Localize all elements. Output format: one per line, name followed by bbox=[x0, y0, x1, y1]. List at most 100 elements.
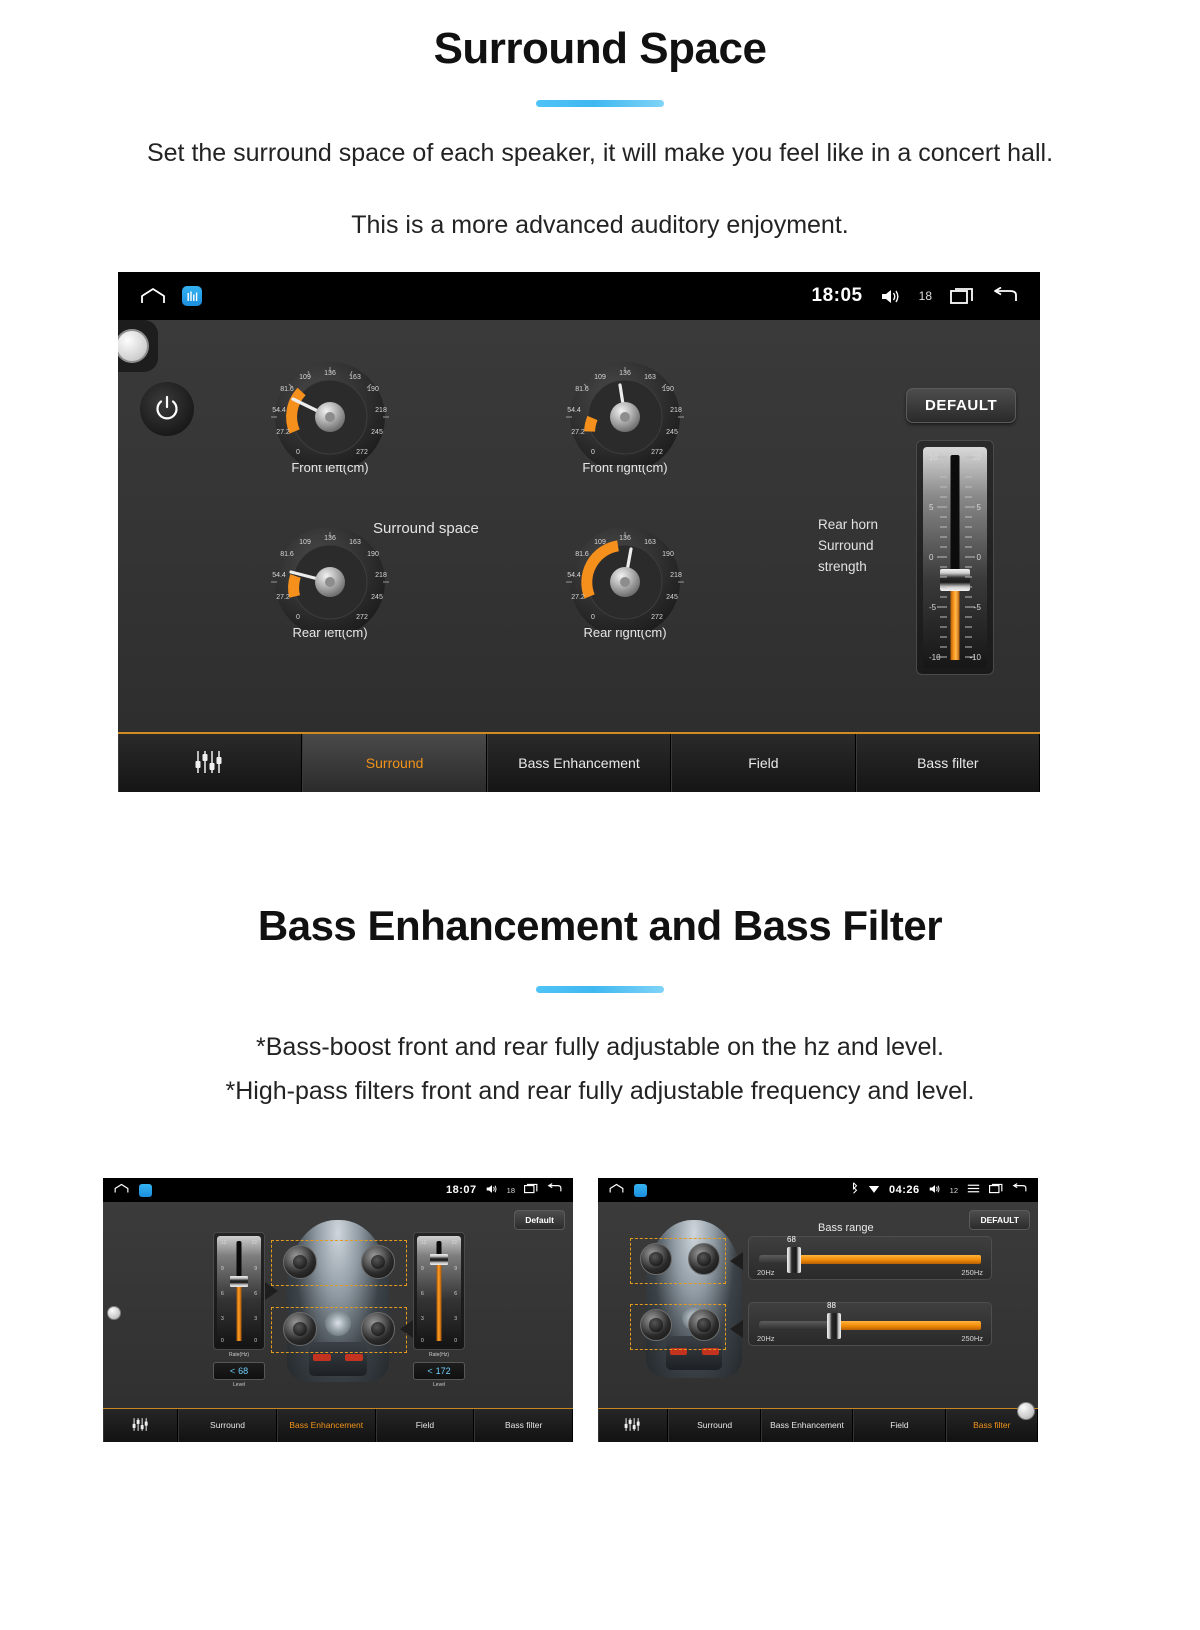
tab-bass-enhancement[interactable]: Bass Enhancement bbox=[276, 1409, 376, 1442]
back-icon[interactable] bbox=[1012, 1181, 1027, 1199]
dial-rear-right[interactable]: 0 27.2 54.4 81.6 109 136 163 190 218 245… bbox=[548, 520, 702, 646]
svg-text:218: 218 bbox=[375, 572, 387, 579]
svg-text:27.2: 27.2 bbox=[276, 594, 290, 601]
slider-handle[interactable] bbox=[230, 1275, 248, 1287]
surround-space-caption: Surround space bbox=[373, 520, 479, 537]
dial-front-left[interactable]: 0 27.2 54.4 81.6 109 136 163 190 218 245… bbox=[253, 355, 407, 481]
tab-bass-filter[interactable]: Bass filter bbox=[474, 1409, 573, 1442]
dial-rear-left[interactable]: 0 27.2 54.4 81.6 109 136 163 190 218 245… bbox=[253, 520, 407, 646]
tab-bass-enhancement[interactable]: Bass Enhancement bbox=[486, 734, 672, 792]
slider-fill bbox=[236, 1281, 242, 1341]
tab-surround[interactable]: Surround bbox=[302, 734, 487, 792]
svg-text:27.2: 27.2 bbox=[276, 429, 290, 436]
recents-icon[interactable] bbox=[950, 287, 974, 305]
tab-equalizer[interactable] bbox=[118, 734, 303, 792]
power-icon[interactable] bbox=[140, 382, 194, 436]
front-range-max: 250Hz bbox=[961, 1268, 983, 1277]
default-button[interactable]: Default bbox=[514, 1210, 565, 1230]
slider-handle[interactable] bbox=[827, 1313, 841, 1339]
tab-field[interactable]: Field bbox=[853, 1409, 946, 1442]
dial-face[interactable]: 0 27.2 54.4 81.6 109 136 163 190 218 245… bbox=[548, 520, 702, 637]
tab-field[interactable]: Field bbox=[375, 1409, 475, 1442]
back-icon[interactable] bbox=[992, 286, 1018, 305]
slider-slot[interactable]: 12 9 6 3 0 12 9 6 3 0 bbox=[417, 1236, 461, 1346]
rear-frequency-value[interactable]: < 172 bbox=[413, 1362, 465, 1380]
equalizer-app-icon[interactable] bbox=[139, 1183, 152, 1197]
decrement-icon[interactable]: < bbox=[427, 1366, 432, 1376]
default-button[interactable]: DEFAULT bbox=[906, 388, 1017, 423]
rear-bass-panel[interactable]: 12 9 6 3 0 12 9 6 3 0 bbox=[413, 1232, 465, 1350]
tab-bar: Surround Bass Enhancement Field Bass fil… bbox=[118, 732, 1040, 792]
tab-bass-enhancement[interactable]: Bass Enhancement bbox=[760, 1409, 854, 1442]
equalizer-app-icon[interactable] bbox=[182, 286, 202, 306]
front-bass-panel[interactable]: 12 9 6 3 0 12 9 6 3 0 bbox=[213, 1232, 265, 1350]
screen-content: DEFAULT Bass range 68 20Hz 250Hz 88 20Hz… bbox=[598, 1202, 1038, 1408]
slider-track[interactable] bbox=[236, 1241, 242, 1341]
default-button[interactable]: DEFAULT bbox=[969, 1210, 1030, 1230]
slider-handle[interactable] bbox=[430, 1253, 448, 1265]
screen-content: Default 12 9 6 3 0 12 9 6 3 0 Rate(Hz) <… bbox=[103, 1202, 573, 1408]
speaker-front-left bbox=[640, 1243, 672, 1275]
rear-bass-range-panel[interactable]: 88 20Hz 250Hz bbox=[748, 1301, 992, 1346]
speaker-rear-right bbox=[361, 1312, 395, 1346]
rear-slider-pointer bbox=[730, 1320, 743, 1338]
hardware-knob[interactable] bbox=[118, 320, 158, 372]
front-slider-pointer bbox=[730, 1252, 743, 1270]
tab-surround[interactable]: Surround bbox=[178, 1409, 277, 1442]
svg-text:163: 163 bbox=[349, 374, 361, 381]
recents-icon[interactable] bbox=[989, 1181, 1003, 1199]
hardware-knob[interactable] bbox=[107, 1306, 121, 1320]
recents-icon[interactable] bbox=[524, 1181, 538, 1199]
svg-text:163: 163 bbox=[644, 374, 656, 381]
speaker-icon bbox=[929, 1181, 941, 1199]
home-icon[interactable] bbox=[114, 1181, 129, 1199]
svg-text:190: 190 bbox=[662, 386, 674, 393]
tab-bass-filter[interactable]: Bass filter bbox=[855, 734, 1040, 792]
tab-surround[interactable]: Surround bbox=[668, 1409, 761, 1442]
front-bass-range-value: 68 bbox=[787, 1235, 796, 1244]
svg-text:109: 109 bbox=[299, 539, 311, 546]
rear-horn-slider-panel[interactable]: 10 5 0 -5 -10 10 5 0 -5 -10 bbox=[916, 440, 994, 675]
dial-face[interactable]: 0 27.2 54.4 81.6 109 136 163 190 218 245… bbox=[548, 355, 702, 472]
rear-horn-line-2: Surround bbox=[818, 537, 874, 553]
svg-text:190: 190 bbox=[367, 386, 379, 393]
tab-equalizer[interactable] bbox=[598, 1409, 669, 1442]
equalizer-app-icon[interactable] bbox=[634, 1183, 647, 1197]
menu-icon[interactable] bbox=[967, 1181, 980, 1199]
front-rate-caption: Rate(Hz) bbox=[228, 1352, 249, 1358]
svg-text:218: 218 bbox=[670, 407, 682, 414]
front-bass-range-panel[interactable]: 68 20Hz 250Hz bbox=[748, 1235, 992, 1280]
knob-face bbox=[118, 329, 149, 363]
hardware-knob[interactable] bbox=[1017, 1402, 1035, 1420]
rear-range-max: 250Hz bbox=[961, 1334, 983, 1343]
tab-field[interactable]: Field bbox=[671, 734, 856, 792]
screen-content: 0 27.2 54.4 81.6 109 136 163 190 218 245… bbox=[118, 320, 1040, 732]
svg-text:0: 0 bbox=[591, 614, 595, 621]
tab-equalizer[interactable] bbox=[103, 1409, 179, 1442]
svg-text:81.6: 81.6 bbox=[280, 551, 294, 558]
status-bar: 04:26 12 bbox=[598, 1178, 1038, 1202]
speaker-front-right bbox=[688, 1243, 720, 1275]
tail-light-left bbox=[313, 1354, 331, 1361]
rear-level-caption: Level bbox=[433, 1382, 445, 1388]
speaker-rear-right bbox=[688, 1309, 720, 1341]
dial-face[interactable]: 0 27.2 54.4 81.6 109 136 163 190 218 245… bbox=[253, 355, 407, 472]
slider-slot[interactable]: 12 9 6 3 0 12 9 6 3 0 bbox=[217, 1236, 261, 1346]
slider-handle[interactable] bbox=[787, 1247, 801, 1273]
status-bar: 18:07 18 bbox=[103, 1178, 573, 1202]
equalizer-icon bbox=[193, 749, 227, 778]
slider-slot[interactable]: 10 5 0 -5 -10 10 5 0 -5 -10 bbox=[923, 447, 987, 668]
svg-text:218: 218 bbox=[670, 572, 682, 579]
page-title-bass: Bass Enhancement and Bass Filter bbox=[257, 902, 943, 949]
home-icon[interactable] bbox=[140, 287, 166, 305]
front-frequency-value[interactable]: < 68 bbox=[213, 1362, 265, 1380]
decrement-icon[interactable]: < bbox=[230, 1366, 235, 1376]
svg-text:190: 190 bbox=[662, 551, 674, 558]
front-frequency-number: 68 bbox=[238, 1366, 249, 1376]
svg-text:245: 245 bbox=[666, 594, 678, 601]
home-icon[interactable] bbox=[609, 1181, 624, 1199]
back-icon[interactable] bbox=[547, 1181, 562, 1199]
surround-space-screen: 18:05 18 0 27.2 54.4 81.6 109 136 163 19… bbox=[118, 272, 1040, 792]
dial-front-right[interactable]: 0 27.2 54.4 81.6 109 136 163 190 218 245… bbox=[548, 355, 702, 481]
speaker-icon bbox=[486, 1181, 498, 1199]
